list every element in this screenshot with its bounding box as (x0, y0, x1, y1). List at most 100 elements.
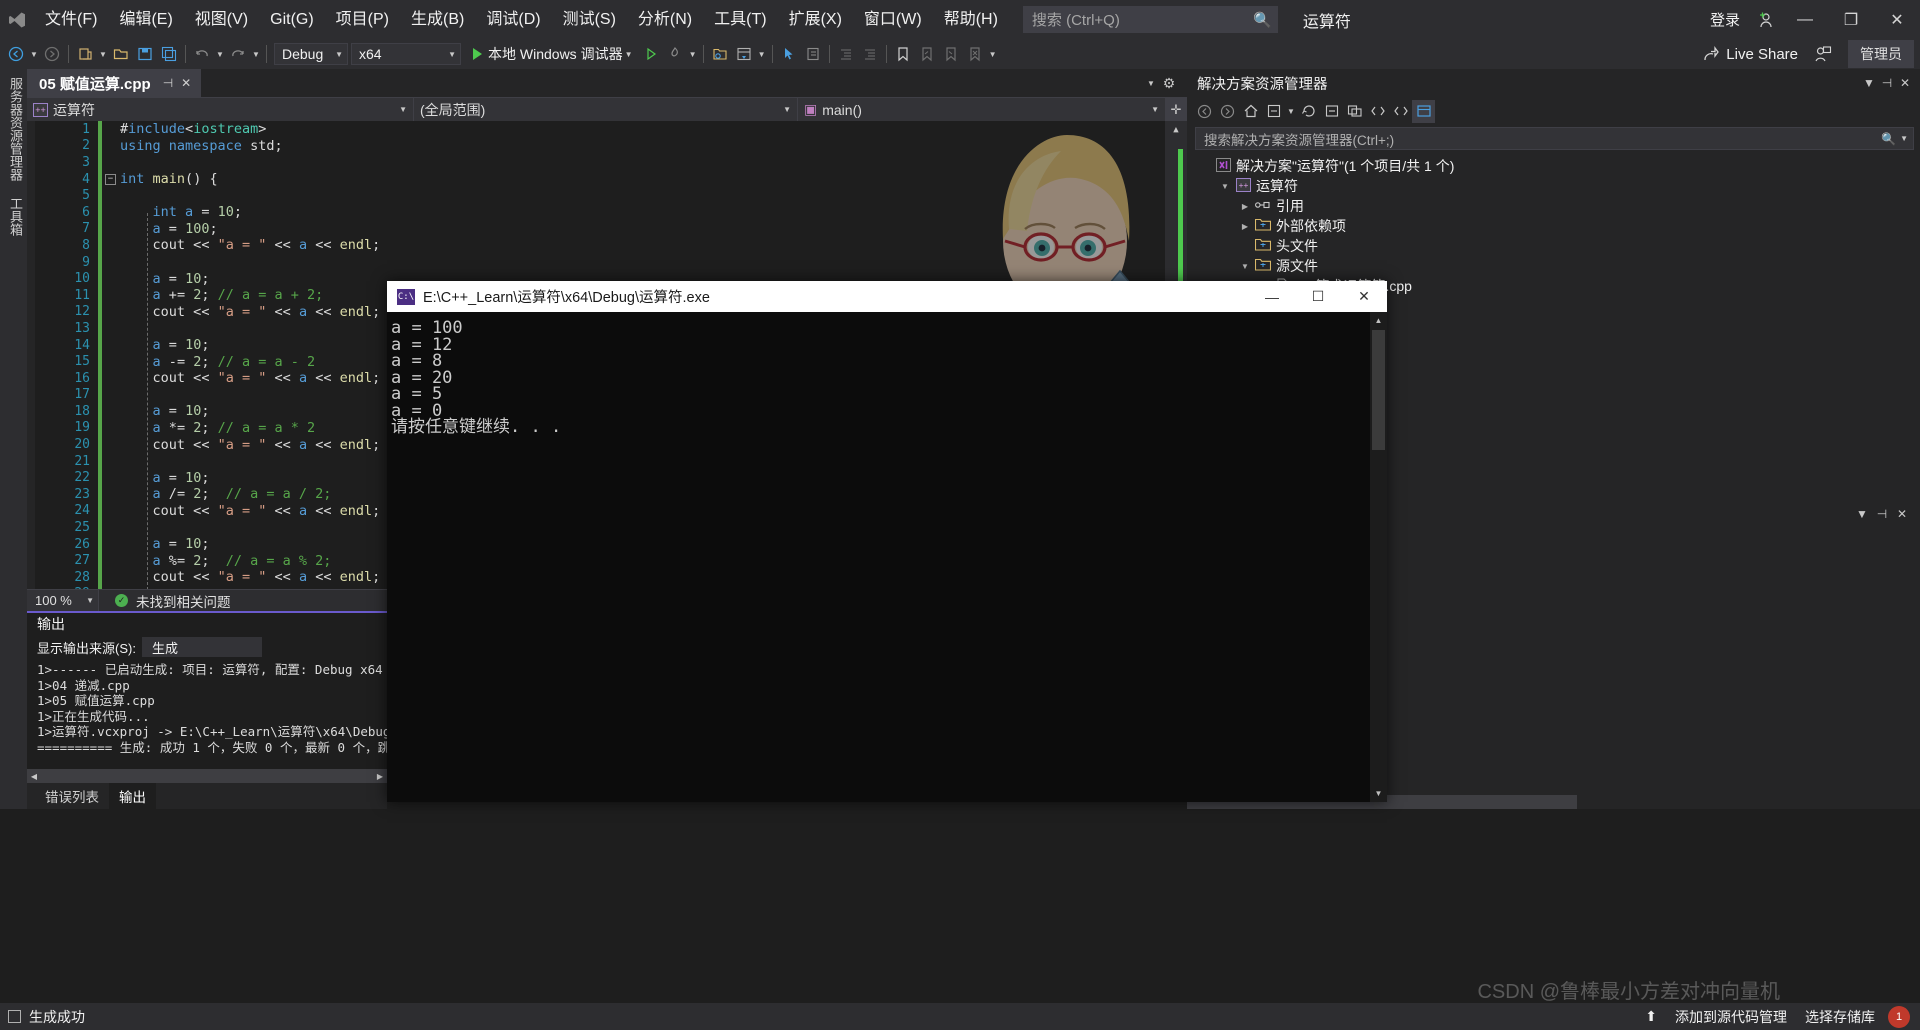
home-icon[interactable] (1239, 100, 1262, 123)
solution-platform-select[interactable]: x64 ▼ (351, 43, 461, 65)
show-all-files-icon[interactable] (1343, 100, 1366, 123)
chevron-down-icon[interactable]: ▼ (1896, 134, 1908, 143)
twisty-icon[interactable]: ▶ (1237, 222, 1253, 231)
navigate-back-icon[interactable] (4, 41, 28, 67)
tree-item[interactable]: ▼ ++ 运算符 (1187, 176, 1920, 196)
code-line[interactable]: 1 #include<iostream> (27, 121, 1187, 138)
navbar-project-select[interactable]: ++ 运算符 ▼ (27, 97, 414, 122)
menu-file[interactable]: 文件(F) (34, 0, 108, 39)
redo-dropdown-icon[interactable]: ▼ (250, 50, 262, 59)
global-search-input[interactable]: 搜索 (Ctrl+Q) 🔍 (1022, 6, 1278, 33)
toolbar-overflow-icon[interactable]: ▼ (987, 50, 999, 59)
tab-output[interactable]: 输出 (109, 783, 156, 809)
source-control-upload-icon[interactable]: ⬆ (1636, 1008, 1666, 1025)
code-line[interactable]: 4 int main() {− (27, 170, 1187, 188)
close-button[interactable]: ✕ (1874, 0, 1920, 39)
tree-item[interactable]: ▶ 引用 (1187, 196, 1920, 216)
navigate-forward-icon[interactable] (40, 41, 64, 67)
restore-button[interactable]: ❐ (1828, 0, 1874, 39)
solution-view-icon[interactable] (1412, 99, 1435, 123)
menu-build[interactable]: 生成(B) (400, 0, 475, 39)
start-debugging-button[interactable]: 本地 Windows 调试器 ▼ (467, 41, 639, 67)
window-layout-icon[interactable] (732, 41, 756, 67)
minimize-button[interactable]: — (1782, 0, 1828, 39)
chevron-down-icon[interactable]: ▼ (1852, 507, 1872, 521)
console-minimize-button[interactable]: — (1249, 281, 1295, 312)
chevron-down-icon[interactable]: ▼ (623, 50, 635, 59)
refresh-icon[interactable] (1297, 100, 1320, 123)
menu-tools[interactable]: 工具(T) (703, 0, 777, 39)
code-line[interactable]: 3 (27, 154, 1187, 171)
toggle-bookmark-icon[interactable] (891, 41, 915, 67)
live-visual-tree-icon[interactable] (801, 41, 825, 67)
menu-extensions[interactable]: 扩展(X) (778, 0, 853, 39)
clear-bookmarks-icon[interactable] (963, 41, 987, 67)
add-to-source-control-label[interactable]: 添加到源代码管理 (1666, 1007, 1796, 1027)
close-icon[interactable]: ✕ (1896, 76, 1914, 90)
undo-dropdown-icon[interactable]: ▼ (214, 50, 226, 59)
code-line[interactable]: 2 using namespace std; (27, 137, 1187, 155)
document-tab-active[interactable]: 05 赋值运算.cpp ⊣ ✕ (27, 69, 202, 97)
tree-item[interactable]: ▶ 外部依赖项 (1187, 216, 1920, 236)
next-bookmark-icon[interactable] (939, 41, 963, 67)
new-project-icon[interactable] (73, 41, 97, 67)
scroll-down-icon[interactable]: ▼ (1370, 785, 1387, 802)
scroll-left-icon[interactable]: ◀ (27, 772, 41, 781)
console-close-button[interactable]: ✕ (1341, 281, 1387, 312)
split-editor-icon[interactable]: ✛ (1165, 97, 1187, 122)
tree-item[interactable]: ▼ 源文件 (1187, 256, 1920, 276)
redo-icon[interactable] (226, 41, 250, 67)
code-line[interactable]: 7 a = 100; (27, 220, 1187, 238)
pin-icon[interactable]: ⊣ (159, 76, 177, 90)
select-repository-label[interactable]: 选择存储库 (1796, 1007, 1884, 1027)
notification-badge[interactable]: 1 (1888, 1005, 1910, 1028)
undo-icon[interactable] (190, 41, 214, 67)
tree-item[interactable]: 解决方案"运算符"(1 个项目/共 1 个) (1187, 156, 1920, 176)
previous-bookmark-icon[interactable] (915, 41, 939, 67)
solution-explorer-search-input[interactable]: 搜索解决方案资源管理器(Ctrl+;) 🔍 ▼ (1195, 127, 1914, 150)
properties-icon[interactable] (1366, 100, 1389, 123)
solution-configuration-select[interactable]: Debug ▼ (274, 43, 348, 65)
open-folder-search-icon[interactable] (708, 41, 732, 67)
sign-in-label[interactable]: 登录 (1710, 9, 1748, 30)
console-maximize-button[interactable]: ☐ (1295, 281, 1341, 312)
window-layout-dropdown-icon[interactable]: ▼ (756, 50, 768, 59)
code-line[interactable]: 8 cout << "a = " << a << endl; (27, 237, 1187, 254)
code-line[interactable]: 5 (27, 187, 1187, 204)
menu-test[interactable]: 测试(S) (552, 0, 627, 39)
scroll-up-icon[interactable]: ▲ (1165, 121, 1187, 139)
navigate-back-dropdown-icon[interactable]: ▼ (28, 50, 40, 59)
pending-changes-icon[interactable] (1262, 100, 1285, 123)
menu-analyze[interactable]: 分析(N) (627, 0, 703, 39)
scroll-right-icon[interactable]: ▶ (373, 772, 387, 781)
navbar-member-select[interactable]: ▣ main() ▼ (798, 98, 1165, 122)
pin-icon[interactable]: ⊣ (1878, 76, 1896, 90)
menu-debug[interactable]: 调试(D) (475, 0, 551, 39)
close-icon[interactable]: ✕ (177, 76, 195, 90)
zoom-level-select[interactable]: 100 % ▼ (27, 589, 99, 612)
tab-error-list[interactable]: 错误列表 (35, 783, 109, 809)
forward-icon[interactable] (1216, 100, 1239, 123)
hot-reload-dropdown-icon[interactable]: ▼ (687, 50, 699, 59)
fold-toggle-icon[interactable]: − (105, 173, 116, 185)
menu-edit[interactable]: 编辑(E) (108, 0, 183, 39)
hot-reload-icon[interactable] (663, 41, 687, 67)
account-add-icon[interactable] (1748, 0, 1782, 39)
menu-help[interactable]: 帮助(H) (933, 0, 1009, 39)
preview-selected-icon[interactable] (1389, 100, 1412, 123)
scrollbar-thumb[interactable] (1372, 330, 1385, 450)
close-icon[interactable]: ✕ (1892, 507, 1912, 521)
collapse-all-icon[interactable] (1320, 100, 1343, 123)
start-without-debugging-icon[interactable] (639, 41, 663, 67)
increase-indent-icon[interactable] (858, 41, 882, 67)
code-line[interactable]: 9 (27, 253, 1187, 271)
console-body[interactable]: a = 100 a = 12 a = 8 a = 20 a = 5 a = 0 … (387, 312, 1387, 802)
live-share-button[interactable]: Live Share (1692, 46, 1808, 63)
code-line[interactable]: 6 int a = 10; (27, 203, 1187, 221)
twisty-icon[interactable]: ▼ (1217, 182, 1233, 191)
pointer-select-icon[interactable] (777, 41, 801, 67)
new-project-dropdown-icon[interactable]: ▼ (97, 50, 109, 59)
decrease-indent-icon[interactable] (834, 41, 858, 67)
output-horizontal-scrollbar[interactable]: ◀ ▶ (27, 769, 387, 783)
twisty-icon[interactable]: ▼ (1237, 262, 1253, 271)
